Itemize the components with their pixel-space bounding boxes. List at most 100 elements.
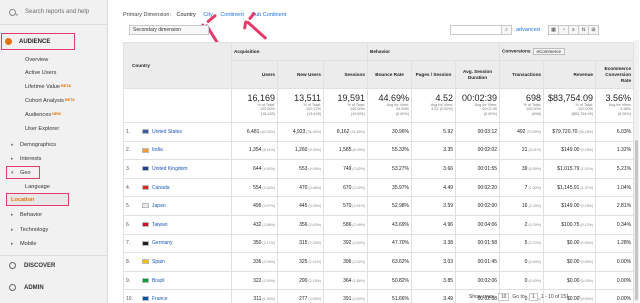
metric-value: 336 [253, 258, 262, 265]
metric-value: 553 [299, 165, 308, 172]
total-value: 44.69% [378, 93, 410, 103]
dim-continent[interactable]: Continent [220, 12, 244, 18]
metric-header[interactable]: Bounce Rate [367, 60, 413, 89]
row-number: 6. [126, 221, 131, 228]
metric-header[interactable]: Avg. Session Duration [455, 60, 501, 89]
country-link[interactable]: Brazil [152, 278, 165, 284]
audience-section[interactable]: AUDIENCE [1, 33, 75, 50]
sidebar: Search reports and help AUDIENCE Overvie… [0, 0, 108, 303]
next-page-icon[interactable]: › [579, 294, 581, 300]
nav-location[interactable]: Location [11, 197, 34, 203]
pivot-view-icon[interactable]: ⊞ [588, 25, 599, 35]
country-cell: 5. Japan [123, 196, 232, 216]
metric-header[interactable]: Pages / Session [411, 60, 457, 89]
metric-value: 290 [299, 277, 308, 284]
metric-value: 4.96 [443, 221, 454, 228]
table-row[interactable]: 3. United Kingdom 644(4.00%) 553(4.09%) 749(… [123, 159, 635, 179]
metric-header[interactable]: Users [231, 60, 278, 89]
country-link[interactable]: United Kingdom [152, 166, 188, 172]
caret-right-icon: ▸ [11, 142, 14, 148]
nav-cohort-analysis[interactable]: Cohort AnalysisBETA [25, 98, 75, 104]
metric-value: 00:02:00 [477, 203, 498, 210]
metric-cell: 315(2.33%) [277, 233, 324, 254]
show-rows-label: Show rows: [469, 294, 495, 300]
nav-overview[interactable]: Overview [25, 57, 48, 63]
nav-demographics[interactable]: ▸ Demographics [11, 142, 56, 148]
metric-cell: 16(2.29%) [499, 196, 545, 216]
country-link[interactable]: Japan [152, 203, 166, 209]
show-rows-select[interactable]: 10 [497, 293, 510, 301]
prev-page-icon[interactable]: ‹ [573, 294, 575, 300]
country-link[interactable]: Taiwan [152, 222, 168, 228]
nav-language[interactable]: Language [25, 184, 50, 190]
country-link[interactable]: United States [152, 129, 182, 135]
metric-percent: (5.59%) [528, 166, 542, 171]
table-row[interactable]: 4. Canada 554(3.44%) 470(3.48%) 670(3.42%) 35… [123, 177, 635, 198]
metric-percent: (0.00%) [528, 259, 542, 264]
metric-value: 364 [343, 277, 352, 284]
admin-section[interactable]: ADMIN [9, 284, 44, 291]
metric-value: $149.00 [561, 203, 580, 210]
metric-value: 00:01:55 [477, 165, 498, 172]
discover-section[interactable]: DISCOVER [9, 262, 55, 269]
metric-value: 3.85 [443, 277, 454, 284]
conversions-select[interactable]: eCommerce [533, 48, 566, 55]
metric-percent: (2.41%) [308, 259, 321, 264]
country-cell: 2. India [123, 140, 232, 161]
metric-header[interactable]: New Users [277, 60, 324, 89]
metric-cell: 00:02:00 [455, 196, 501, 216]
nav-mobile[interactable]: ▸ Mobile [11, 241, 36, 247]
flag-icon [142, 128, 149, 134]
metric-value: 50.82% [392, 277, 410, 284]
advanced-link[interactable]: advanced [516, 27, 540, 33]
metric-header[interactable]: Revenue [543, 60, 597, 89]
metric-percent: (1.00%) [528, 185, 542, 190]
metric-cell: 644(4.00%) [231, 159, 278, 179]
table-row[interactable]: 5. Japan 495(3.07%) 445(3.29%) 570(2.91%) 52.… [123, 196, 635, 216]
admin-label: ADMIN [24, 284, 44, 291]
country-link[interactable]: India [152, 147, 163, 153]
table-row[interactable]: 2. India 1,354(8.41%) 1,260(9.33%) 1,585(8.0… [123, 140, 635, 161]
table-row[interactable]: 1. United States 6,481(40.24%) 4,923(36.44%… [123, 122, 635, 142]
table-row[interactable]: 6. Taiwan 432(2.68%) 356(2.63%) 586(2.99%) 43… [123, 214, 635, 235]
table-row[interactable]: 7. Germany 350(2.17%) 315(2.33%) 392(2.00%) 4… [123, 233, 635, 254]
metric-value: 0.00% [616, 277, 632, 284]
metric-cell: 00:02:20 [455, 177, 501, 198]
nav-user-explorer[interactable]: User Explorer [25, 126, 59, 132]
metric-cell: 00:01:55 [455, 159, 501, 179]
col-country[interactable]: Country [123, 42, 232, 89]
nav-lifetime-value[interactable]: Lifetime ValueBETA [25, 84, 71, 90]
nav-geo[interactable]: ▾ Geo [11, 170, 31, 176]
table-row[interactable]: 9. Brazil 322(2.00%) 290(2.15%) 364(1.86%) 50… [123, 270, 635, 291]
metric-cell: 364(1.86%) [322, 270, 369, 291]
country-link[interactable]: Canada [152, 185, 170, 191]
scrollbar-thumb[interactable] [635, 140, 638, 300]
search-reports[interactable]: Search reports and help [0, 0, 108, 24]
metric-header[interactable]: Ecommerce Conversion Rate [595, 60, 635, 89]
metric-value: 1.28% [616, 240, 632, 247]
dim-country[interactable]: Country [177, 12, 196, 18]
metric-value: 16 [521, 203, 528, 210]
country-link[interactable]: Germany [152, 240, 173, 246]
beta-badge: BETA [64, 98, 75, 102]
country-link[interactable]: France [152, 296, 168, 302]
search-button[interactable]: ⌕ [501, 25, 512, 35]
goto-input[interactable]: 1 [529, 293, 538, 301]
nav-behavior[interactable]: ▸ Behavior [11, 212, 42, 218]
secondary-dimension-dropdown[interactable]: Secondary dimension [129, 25, 209, 35]
nav-interests[interactable]: ▸ Interests [11, 156, 41, 162]
row-number: 5. [126, 203, 131, 210]
metric-header[interactable]: Transactions [499, 60, 545, 89]
dim-subcontinent[interactable]: Sub Continent [251, 12, 286, 18]
metric-cell: 3.85 [411, 270, 457, 291]
nav-audiences[interactable]: AudiencesNEW [25, 112, 61, 118]
metric-header[interactable]: Sessions [322, 60, 369, 89]
nav-active-users[interactable]: Active Users [25, 70, 56, 76]
metric-value: 6,481 [246, 128, 260, 135]
table-row[interactable]: 8. Spain 336(2.09%) 325(2.41%) 396(2.02%) 63.… [123, 252, 635, 272]
nav-label: Technology [20, 227, 49, 233]
flag-icon [142, 184, 149, 190]
row-number: 2. [126, 147, 131, 154]
nav-technology[interactable]: ▸ Technology [11, 227, 48, 233]
country-link[interactable]: Spain [152, 259, 165, 265]
